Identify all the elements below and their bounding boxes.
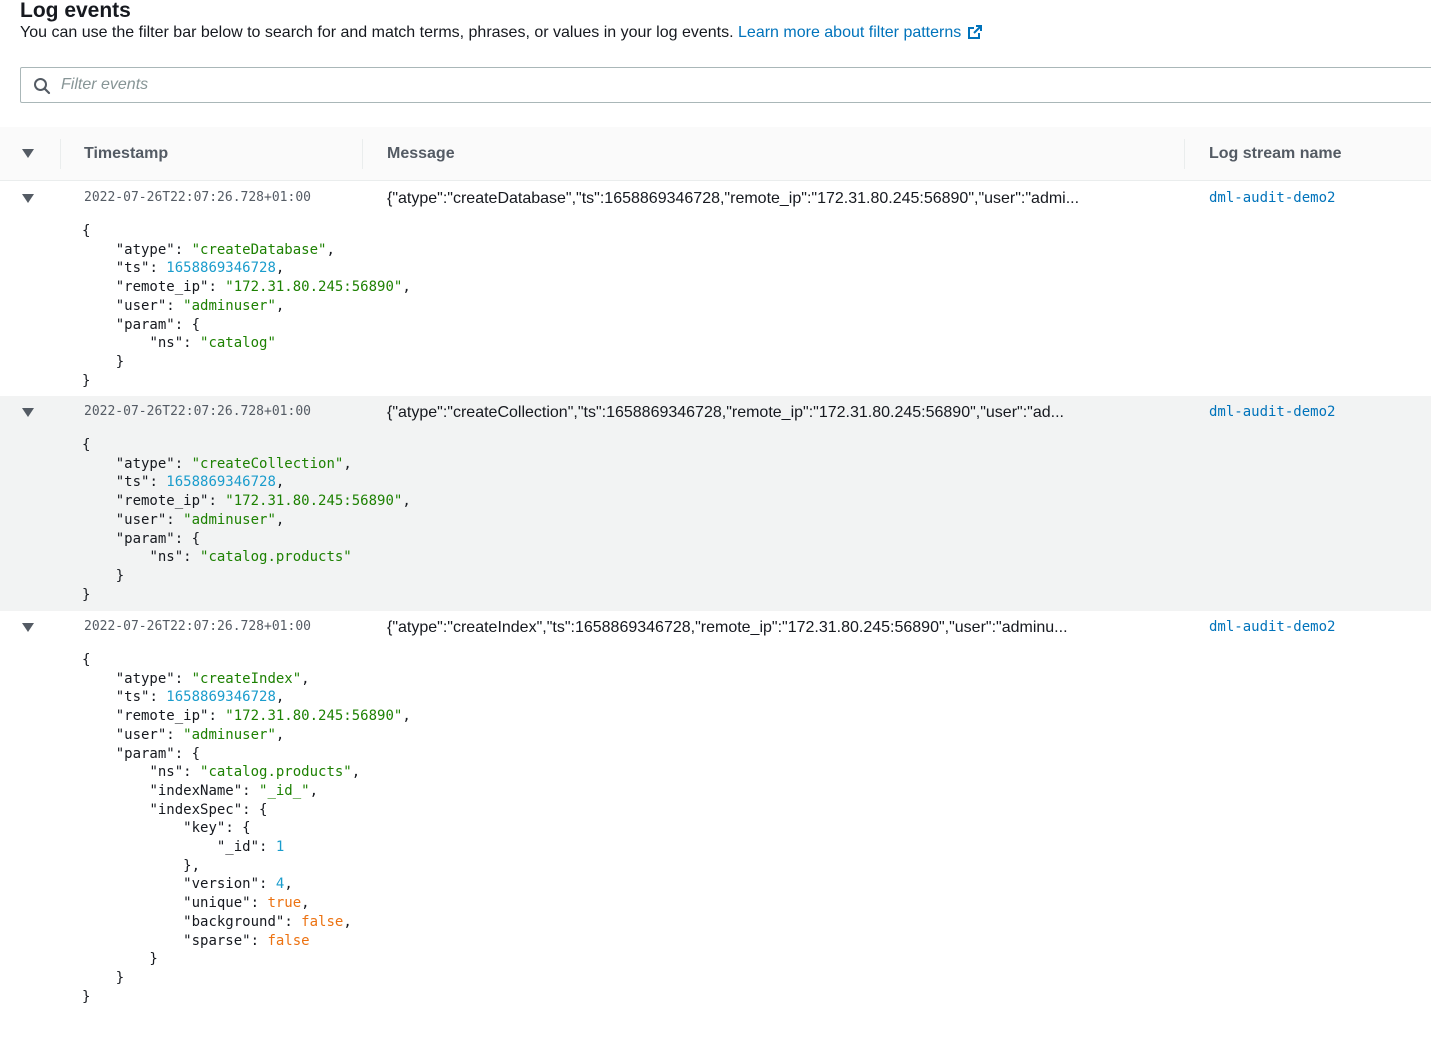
row-message: {"atype":"createDatabase","ts":165886934… bbox=[387, 190, 1080, 207]
column-header-message[interactable]: Message bbox=[387, 127, 455, 181]
json-sparse: false bbox=[267, 932, 310, 949]
json-param-ns: "catalog" bbox=[200, 335, 276, 352]
json-remote-ip: "172.31.80.245:56890" bbox=[225, 708, 403, 725]
column-separator bbox=[362, 139, 363, 169]
json-atype: "createCollection" bbox=[191, 455, 344, 472]
filter-events-input[interactable] bbox=[61, 68, 1361, 102]
learn-more-link[interactable]: Learn more about filter patterns bbox=[738, 24, 983, 41]
row-timestamp: 2022-07-26T22:07:26.728+01:00 bbox=[84, 404, 311, 419]
external-link-icon bbox=[967, 24, 983, 46]
page-description: You can use the filter bar below to sear… bbox=[20, 23, 983, 46]
row-log-stream-link[interactable]: dml-audit-demo2 bbox=[1209, 404, 1335, 420]
filter-bar bbox=[20, 67, 1431, 103]
table-header: Timestamp Message Log stream name bbox=[0, 127, 1431, 181]
json-param-ns: "catalog.products" bbox=[200, 549, 352, 566]
json-remote-ip: "172.31.80.245:56890" bbox=[225, 279, 403, 296]
json-user: "adminuser" bbox=[183, 297, 276, 314]
expanded-json: { "atype": "createIndex", "ts": 16588693… bbox=[82, 652, 411, 1005]
json-param-ns: "catalog.products" bbox=[200, 764, 352, 781]
json-atype: "createDatabase" bbox=[191, 241, 327, 258]
row-timestamp: 2022-07-26T22:07:26.728+01:00 bbox=[84, 190, 311, 205]
row-timestamp: 2022-07-26T22:07:26.728+01:00 bbox=[84, 619, 311, 634]
json-ts: 1658869346728 bbox=[166, 260, 276, 277]
column-separator bbox=[60, 139, 61, 169]
json-key-id: 1 bbox=[275, 839, 285, 856]
json-atype: "createIndex" bbox=[191, 670, 302, 687]
log-events-table: Timestamp Message Log stream name 2022-0… bbox=[0, 127, 1431, 1005]
json-user: "adminuser" bbox=[183, 726, 276, 743]
expanded-json: { "atype": "createCollection", "ts": 165… bbox=[82, 437, 411, 603]
column-header-log-stream[interactable]: Log stream name bbox=[1209, 127, 1341, 181]
json-ts: 1658869346728 bbox=[166, 474, 276, 491]
json-ts: 1658869346728 bbox=[166, 689, 276, 706]
row-log-stream-link[interactable]: dml-audit-demo2 bbox=[1209, 190, 1335, 206]
json-index-name: "_id_" bbox=[259, 782, 310, 799]
collapse-caret-icon[interactable] bbox=[22, 194, 34, 203]
table-row[interactable]: 2022-07-26T22:07:26.728+01:00 {"atype":"… bbox=[0, 611, 1431, 1031]
row-log-stream-link[interactable]: dml-audit-demo2 bbox=[1209, 619, 1335, 635]
expand-all-caret-icon[interactable] bbox=[22, 149, 34, 158]
collapse-caret-icon[interactable] bbox=[22, 623, 34, 632]
json-remote-ip: "172.31.80.245:56890" bbox=[225, 493, 403, 510]
json-user: "adminuser" bbox=[183, 511, 276, 528]
json-version: 4 bbox=[275, 876, 285, 893]
table-row[interactable]: 2022-07-26T22:07:26.728+01:00 {"atype":"… bbox=[0, 396, 1431, 611]
row-message: {"atype":"createCollection","ts":1658869… bbox=[387, 404, 1064, 421]
expanded-json: { "atype": "createDatabase", "ts": 16588… bbox=[82, 223, 411, 389]
search-icon bbox=[33, 77, 51, 100]
learn-more-label: Learn more about filter patterns bbox=[738, 24, 962, 41]
json-background: false bbox=[301, 913, 344, 930]
collapse-caret-icon[interactable] bbox=[22, 408, 34, 417]
row-message: {"atype":"createIndex","ts":165886934672… bbox=[387, 619, 1068, 636]
page-header: Log events bbox=[20, 0, 131, 22]
column-separator bbox=[1184, 139, 1185, 169]
page-title: Log events bbox=[20, 0, 131, 22]
column-header-timestamp[interactable]: Timestamp bbox=[84, 127, 168, 181]
description-text: You can use the filter bar below to sear… bbox=[20, 24, 734, 41]
json-unique: true bbox=[267, 895, 302, 912]
table-row[interactable]: 2022-07-26T22:07:26.728+01:00 {"atype":"… bbox=[0, 182, 1431, 396]
